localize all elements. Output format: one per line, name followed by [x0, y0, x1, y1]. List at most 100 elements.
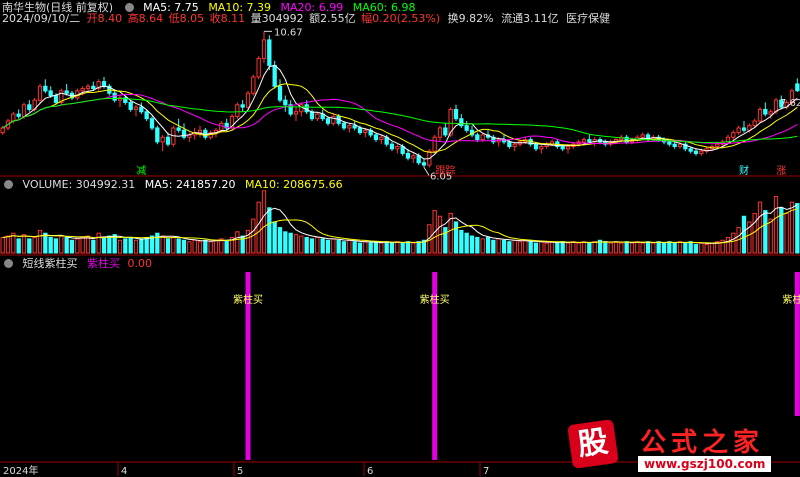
logo-mark: 股: [567, 419, 619, 469]
volume-bar: [395, 241, 400, 254]
signal-label: 紫柱买: [782, 293, 800, 306]
candle-body: [688, 148, 693, 152]
volume-bar: [320, 238, 325, 254]
candle-body: [459, 118, 464, 127]
candle-body: [101, 81, 107, 87]
volume-bar: [411, 242, 416, 254]
candle-body: [85, 85, 91, 90]
open-label: 开8.40: [86, 12, 123, 25]
volume-bar: [267, 207, 272, 254]
volume-bar: [203, 239, 208, 254]
volume-bar: [539, 241, 544, 254]
candle-body: [304, 104, 309, 113]
candle-body: [667, 141, 672, 145]
candle-body: [475, 134, 480, 141]
candle-body: [149, 118, 155, 129]
volume-bar: [619, 242, 624, 254]
volume-bar: [533, 242, 539, 254]
volume-bar: [581, 241, 587, 254]
logo-text: 公式之家: [640, 428, 765, 458]
volume-bar: [379, 242, 384, 254]
volume-bar: [688, 241, 693, 254]
volume-bar: [91, 239, 96, 254]
candle-body: [283, 99, 288, 106]
volume-bar: [75, 238, 80, 254]
volume-bar: [315, 236, 320, 254]
volume-bar: [784, 212, 789, 254]
volume-bar: [416, 241, 421, 254]
volume-bar: [608, 242, 613, 254]
volume-bar: [672, 242, 677, 254]
candle-body: [512, 143, 517, 148]
volume-bar: [261, 190, 267, 254]
volume-bar: [645, 241, 651, 254]
volume-bar: [16, 238, 21, 254]
candle-body: [16, 113, 21, 117]
candle-body: [539, 146, 544, 150]
candle-body: [245, 92, 251, 108]
indicator-value: 0.00: [127, 257, 153, 270]
event-marker: 涨: [776, 165, 786, 177]
settings-circle-icon[interactable]: [4, 259, 13, 268]
volume-bar: [709, 242, 715, 254]
volume-bar: [27, 238, 32, 254]
candle-body: [64, 90, 69, 94]
volume-bar: [309, 238, 315, 254]
volume-bar: [603, 241, 608, 254]
volume-bar: [523, 239, 528, 254]
candle-body: [757, 108, 763, 122]
signal-label: 紫柱买: [420, 293, 450, 306]
candle-body: [235, 104, 240, 117]
candle-body: [144, 111, 149, 120]
volume-bar: [635, 241, 640, 254]
settings-circle-icon[interactable]: [124, 3, 134, 12]
ma60-line: [2, 97, 798, 144]
candle-body: [565, 146, 571, 150]
turnover-label: 换9.82%: [447, 12, 494, 25]
high-label: 高8.64: [127, 12, 164, 25]
candle-body: [251, 76, 256, 94]
candle-body: [464, 125, 469, 131]
volume-bar: [331, 238, 336, 254]
volume-bar: [101, 236, 107, 254]
volume-bar: [0, 236, 5, 254]
candle-body: [277, 85, 283, 101]
volume-ma10-line: [2, 208, 798, 244]
volume-bar: [235, 231, 240, 254]
candle-body: [677, 143, 683, 148]
event-marker: 财: [739, 164, 749, 177]
volume-bar: [224, 239, 229, 254]
candle-body: [405, 152, 411, 159]
candle-body: [352, 125, 357, 129]
candle-body: [176, 127, 181, 131]
candle-body: [37, 85, 43, 101]
volume-bar: [565, 242, 571, 254]
volume-bar: [763, 210, 768, 254]
candle-body: [309, 111, 315, 120]
volume-bar: [171, 236, 176, 254]
volume-bar: [512, 239, 517, 254]
x-tick-label: 7: [483, 466, 489, 477]
volume-bar: [197, 241, 203, 254]
volume-bar: [160, 235, 165, 254]
volume-bar: [576, 242, 581, 254]
candle-body: [672, 143, 677, 148]
volume-bar: [304, 236, 309, 254]
volume-bar: [656, 241, 661, 254]
volume-bar: [43, 232, 48, 254]
candle-body: [432, 136, 437, 152]
volume-bar: [555, 242, 560, 254]
event-marker: 跟踪: [435, 164, 455, 177]
settings-circle-icon[interactable]: [4, 180, 13, 189]
volume-bar: [571, 241, 576, 254]
volume-bar: [677, 241, 683, 254]
volume-bar: [107, 235, 112, 254]
candle-body: [763, 108, 768, 115]
volume-bar: [352, 241, 357, 254]
candle-body: [27, 104, 32, 110]
volume-bar: [704, 244, 709, 254]
volume-bar: [325, 239, 331, 254]
candle-body: [453, 108, 459, 120]
volume-bar: [459, 229, 464, 254]
volume-bar: [368, 242, 373, 254]
